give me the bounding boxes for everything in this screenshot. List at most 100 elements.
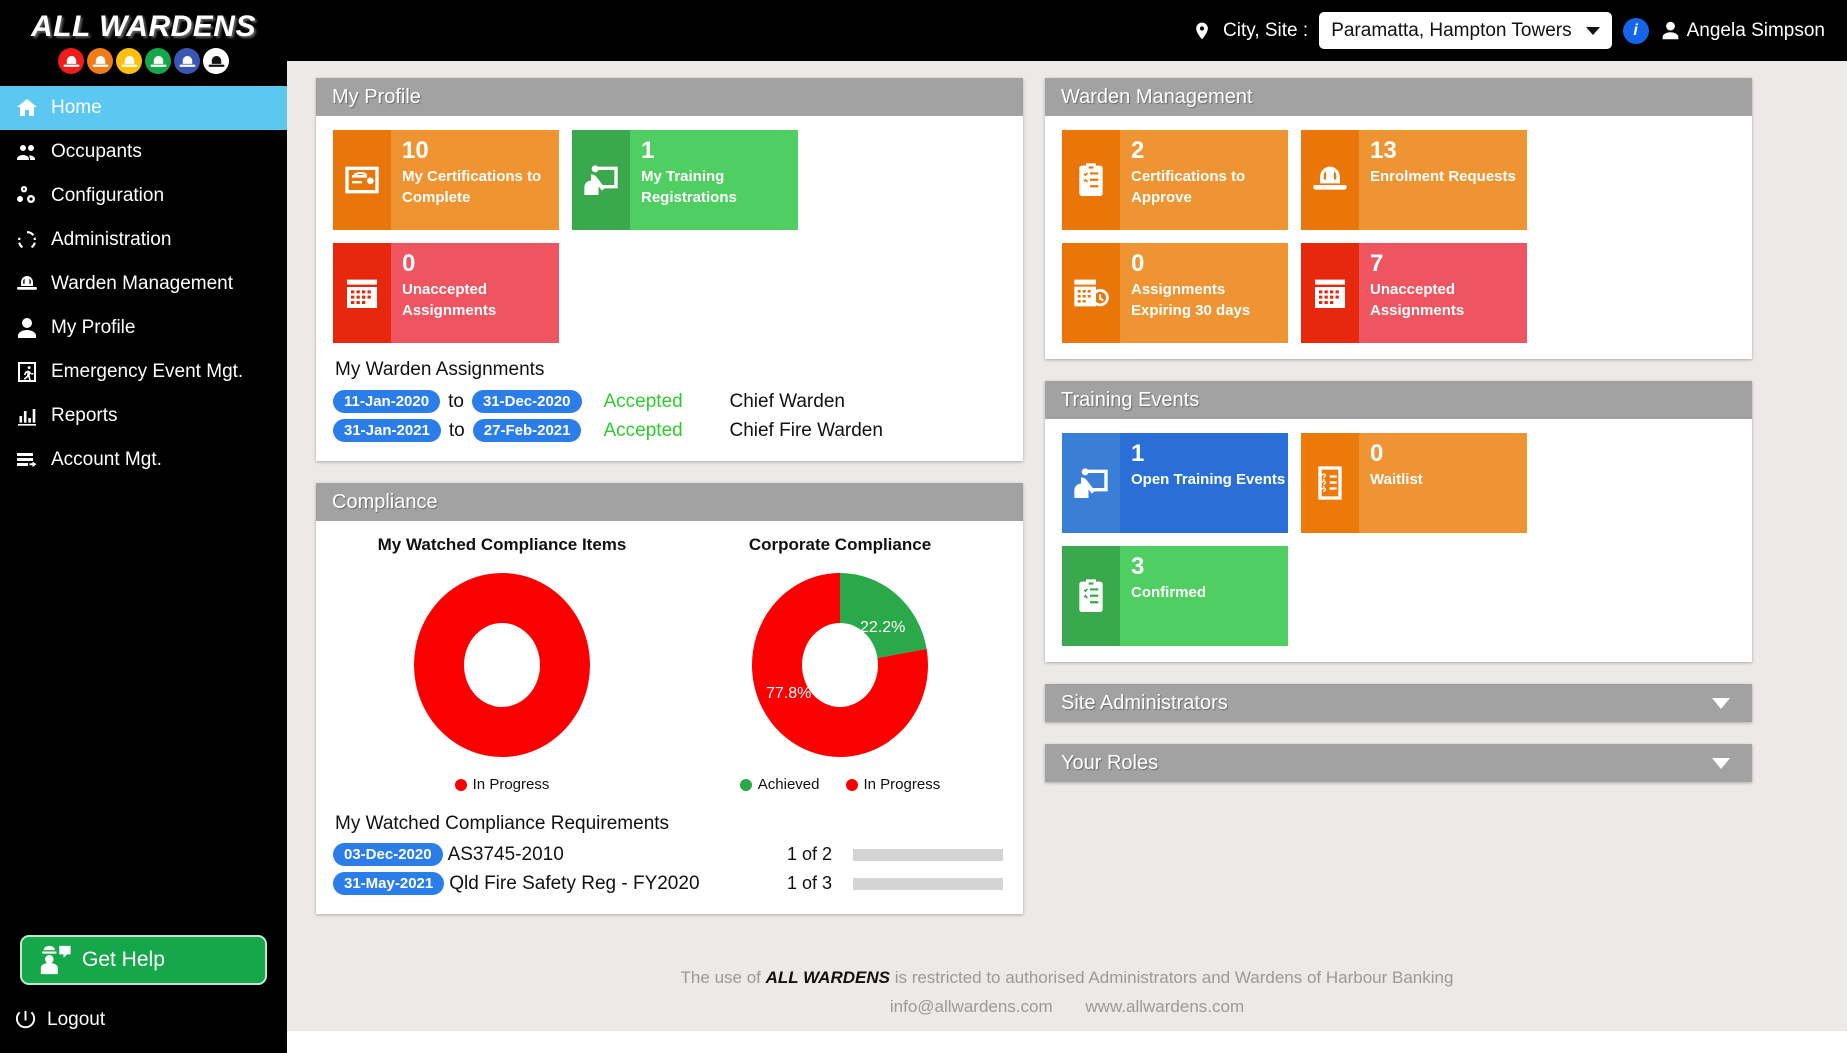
stat-tile[interactable]: 0 Unaccepted Assignments: [333, 243, 559, 343]
account-card-icon: [14, 447, 40, 473]
training-board-icon: [1062, 433, 1120, 533]
requirement-date: 31-May-2021: [333, 872, 445, 895]
chevron-down-icon[interactable]: [1712, 757, 1730, 769]
assignment-status: Accepted: [603, 390, 683, 412]
sidebar-nav: Home Occupants Configuration Administration…: [0, 86, 287, 482]
stat-tile-value: 0: [1370, 440, 1384, 467]
sidebar-item-emergency-event-mgt[interactable]: Emergency Event Mgt.: [0, 350, 287, 394]
user-menu[interactable]: Angela Simpson: [1660, 20, 1825, 42]
sidebar-item-label: Reports: [51, 405, 118, 426]
chevron-down-icon[interactable]: [1712, 697, 1730, 709]
stat-tile-body: 1 Open Training Events: [1120, 433, 1288, 533]
assignment-row: 11-Jan-2020 to 31-Dec-2020 Accepted Chief Wa…: [333, 387, 1009, 416]
sidebar-item-label: My Profile: [51, 317, 136, 338]
get-help-button[interactable]: Get Help: [20, 935, 267, 985]
warden-management-tiles: 2 Certifications to Approve 13 Enrolment Re…: [1062, 130, 1738, 343]
training-board-icon: [584, 165, 618, 195]
helmet-icon: [1301, 130, 1359, 230]
person-icon: [1662, 21, 1678, 40]
footer-website[interactable]: www.allwardens.com: [1085, 997, 1244, 1016]
stat-tile-label: Unaccepted Assignments: [402, 281, 497, 320]
stat-tile[interactable]: 0 Assignments Expiring 30 days: [1062, 243, 1288, 343]
sidebar-item-my-profile[interactable]: My Profile: [0, 306, 287, 350]
warden-help-icon: [40, 945, 71, 975]
stat-tile[interactable]: 7 Unaccepted Assignments: [1301, 243, 1527, 343]
training-events-body: 1 Open Training Events 0 Waitlist 3 Confirmed: [1045, 419, 1752, 662]
stat-tile-body: 7 Unaccepted Assignments: [1359, 243, 1527, 343]
requirement-name: Qld Fire Safety Reg - FY2020: [449, 872, 700, 894]
home-icon: [17, 99, 37, 116]
stat-tile-body: 2 Certifications to Approve: [1120, 130, 1288, 230]
helmet-icon: [145, 48, 171, 74]
app-root: ALL WARDENS Home Occupants Configuration Ad…: [0, 0, 1847, 1053]
panel-header[interactable]: Your Roles: [1045, 744, 1752, 782]
footer-line-2: info@allwardens.com www.allwardens.com: [287, 997, 1847, 1017]
sidebar-item-configuration[interactable]: Configuration: [0, 174, 287, 218]
stat-tile[interactable]: 1 My Training Registrations: [572, 130, 798, 230]
panel-header[interactable]: Site Administrators: [1045, 684, 1752, 722]
stat-tile[interactable]: 13 Enrolment Requests: [1301, 130, 1527, 230]
stat-tile[interactable]: 10 My Certifications to Complete: [333, 130, 559, 230]
account-card-icon: [17, 453, 37, 468]
stat-tile-body: 0 Waitlist: [1359, 433, 1527, 533]
sidebar-item-warden-management[interactable]: Warden Management: [0, 262, 287, 306]
assignment-to-label: to: [448, 390, 464, 412]
calendar-clock-icon: [1074, 279, 1109, 307]
stat-tile[interactable]: 1 Open Training Events: [1062, 433, 1288, 533]
stat-tile-label: Unaccepted Assignments: [1370, 281, 1465, 320]
sidebar-item-account-mgt[interactable]: Account Mgt.: [0, 438, 287, 482]
stat-tile-value: 0: [402, 250, 416, 277]
collapsible-panel: Site Administrators: [1045, 684, 1752, 722]
chart-title: Corporate Compliance: [748, 535, 932, 554]
training-events-card: Training Events 1 Open Training Events 0 Wa…: [1045, 381, 1752, 662]
stat-tile-value: 3: [1131, 553, 1145, 580]
training-events-tiles: 1 Open Training Events 0 Waitlist 3 Confirmed: [1062, 433, 1738, 646]
brand-logo[interactable]: ALL WARDENS: [0, 0, 287, 82]
assignment-start-date: 31-Jan-2021: [333, 419, 441, 442]
top-header: City, Site : Paramatta, Hampton Towers i…: [287, 0, 1847, 61]
compliance-requirements-title: My Watched Compliance Requirements: [335, 813, 670, 834]
chart-slice-label: 77.8%: [766, 685, 812, 702]
sidebar-item-label: Account Mgt.: [51, 449, 162, 470]
sidebar-item-label: Home: [51, 97, 102, 118]
stat-tile-label: Confirmed: [1131, 584, 1206, 602]
sidebar-item-administration[interactable]: Administration: [0, 218, 287, 262]
stat-tile-value: 10: [402, 137, 429, 164]
page-footer: The use of ALL WARDENS is restricted to …: [287, 950, 1847, 1031]
logout-button[interactable]: Logout: [0, 1003, 287, 1037]
running-exit-icon: [14, 359, 40, 385]
stat-tile-label: My Certifications to Complete: [402, 168, 542, 207]
requirement-count: 1 of 3: [786, 873, 832, 893]
warden-assignments-title: My Warden Assignments: [335, 359, 545, 380]
sidebar-item-label: Warden Management: [51, 273, 234, 294]
donut-graphic: [404, 563, 600, 767]
chart-legend: Achieved In Progress: [671, 776, 1009, 793]
sidebar-item-reports[interactable]: Reports: [0, 394, 287, 438]
footer-email[interactable]: info@allwardens.com: [890, 997, 1053, 1016]
stat-tile[interactable]: 3 Confirmed: [1062, 546, 1288, 646]
home-icon: [14, 95, 40, 121]
info-button[interactable]: i: [1622, 17, 1649, 44]
sidebar-item-home[interactable]: Home: [0, 86, 287, 130]
certificate-icon: [345, 166, 379, 194]
stat-tile-body: 13 Enrolment Requests: [1359, 130, 1527, 230]
chart-legend-item: In Progress: [454, 776, 549, 793]
legend-label: Achieved: [757, 776, 820, 793]
legend-dot-icon: [845, 778, 858, 791]
stat-tile[interactable]: 2 Certifications to Approve: [1062, 130, 1288, 230]
stat-tile-value: 2: [1131, 137, 1145, 164]
warden-assignments-list: 11-Jan-2020 to 31-Dec-2020 Accepted Chief Wa…: [333, 387, 1009, 445]
assignment-start-date: 11-Jan-2020: [333, 390, 441, 413]
my-profile-card: My Profile 10 My Certifications to Comple…: [316, 78, 1023, 461]
stat-tile-value: 7: [1370, 250, 1384, 277]
chart-legend: In Progress: [333, 776, 671, 793]
helmet-icon: [203, 48, 229, 74]
stat-tile[interactable]: 0 Waitlist: [1301, 433, 1527, 533]
clipboard-check-icon: [1079, 579, 1103, 612]
calendar-icon: [1315, 279, 1345, 308]
people-icon: [17, 145, 35, 160]
panel-title: Your Roles: [1061, 751, 1159, 774]
site-select-dropdown[interactable]: Paramatta, Hampton Towers: [1319, 12, 1612, 49]
sidebar-item-occupants[interactable]: Occupants: [0, 130, 287, 174]
list-question-icon: [1318, 466, 1342, 500]
